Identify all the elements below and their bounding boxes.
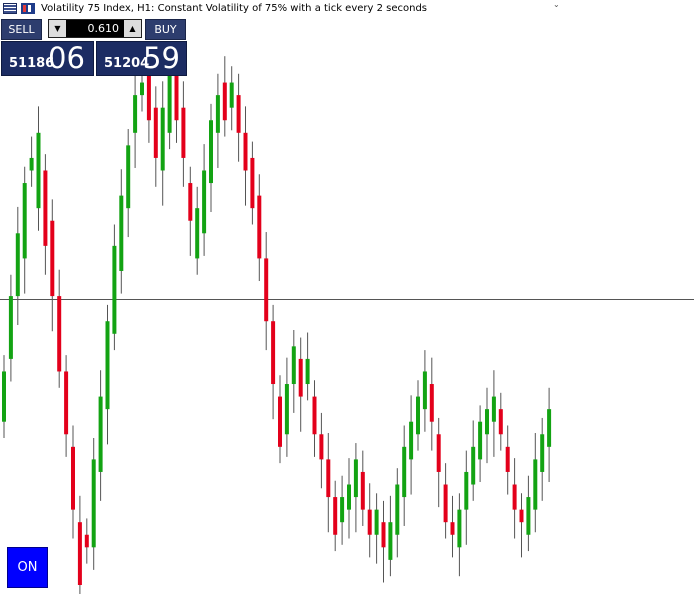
bearish-candle xyxy=(250,157,255,209)
bullish-candle xyxy=(202,170,207,234)
bearish-candle xyxy=(512,484,517,510)
buy-price-box[interactable]: 51204 59 xyxy=(96,41,187,76)
lot-size-stepper: ▼ ▲ xyxy=(48,19,142,38)
bullish-candle xyxy=(485,409,489,435)
bearish-candle xyxy=(71,446,75,510)
bullish-candle xyxy=(353,459,358,498)
bullish-candle xyxy=(374,509,379,535)
bullish-candle xyxy=(478,421,483,460)
bullish-candle xyxy=(126,145,131,209)
bullish-candle xyxy=(347,484,351,510)
bearish-candle xyxy=(505,446,510,472)
bearish-candle xyxy=(153,107,158,158)
bearish-candle xyxy=(43,170,48,246)
triangle-down-icon[interactable]: ▼ xyxy=(49,20,66,37)
chart-title-bar: Volatility 75 Index, H1: Constant Volati… xyxy=(0,0,560,16)
chart-menu-icon[interactable] xyxy=(3,2,17,14)
bullish-candle xyxy=(526,497,531,535)
bullish-candle xyxy=(160,107,165,171)
bullish-candle xyxy=(209,120,213,184)
bearish-candle xyxy=(326,459,331,498)
chart-title: Volatility 75 Index, H1: Constant Volati… xyxy=(41,2,428,14)
lot-size-input[interactable] xyxy=(67,20,121,37)
bearish-candle xyxy=(271,321,276,385)
bearish-candle xyxy=(436,434,441,472)
bullish-candle xyxy=(98,396,103,472)
bearish-candle xyxy=(367,509,372,535)
buy-button[interactable]: BUY xyxy=(145,19,186,40)
bullish-candle xyxy=(229,82,234,108)
bullish-candle xyxy=(416,396,420,435)
bearish-candle xyxy=(77,522,82,585)
bullish-candle xyxy=(133,95,138,133)
bullish-candle xyxy=(2,371,6,422)
bearish-candle xyxy=(243,132,248,171)
price-chart[interactable] xyxy=(0,0,694,594)
bullish-candle xyxy=(422,371,427,410)
bullish-candle xyxy=(15,233,20,297)
metatrader-icon xyxy=(21,2,35,14)
bearish-candle xyxy=(360,471,365,510)
bullish-candle xyxy=(284,384,289,435)
bullish-candle xyxy=(305,358,310,385)
bullish-candle xyxy=(464,471,469,510)
bullish-candle xyxy=(533,459,538,510)
bullish-candle xyxy=(491,396,496,422)
bearish-candle xyxy=(188,183,193,221)
bullish-candle xyxy=(388,522,393,560)
bearish-candle xyxy=(519,509,524,523)
bullish-candle xyxy=(29,157,34,171)
bearish-candle xyxy=(498,409,503,435)
candlestick-series xyxy=(2,48,552,594)
bearish-candle xyxy=(146,70,151,121)
bearish-candle xyxy=(222,82,227,121)
bullish-candle xyxy=(36,132,41,209)
bearish-candle xyxy=(278,396,282,447)
bullish-candle xyxy=(215,95,220,133)
sell-price-pips: 06 xyxy=(48,41,85,75)
buy-price-pips: 59 xyxy=(143,41,180,75)
bullish-candle xyxy=(105,321,110,410)
bullish-candle xyxy=(119,195,124,271)
bullish-candle xyxy=(409,421,414,460)
bullish-candle xyxy=(471,446,476,485)
bearish-candle xyxy=(257,195,262,259)
bearish-candle xyxy=(312,396,317,435)
sell-button[interactable]: SELL xyxy=(1,19,42,40)
bullish-candle xyxy=(291,346,296,385)
bearish-candle xyxy=(264,258,269,322)
bearish-candle xyxy=(181,107,186,158)
bearish-candle xyxy=(64,371,69,435)
bearish-candle xyxy=(50,220,55,297)
bearish-candle xyxy=(429,384,434,422)
chevron-down-icon: ⌄ xyxy=(553,0,560,9)
bullish-candle xyxy=(395,484,400,535)
bearish-candle xyxy=(319,434,324,460)
bullish-candle xyxy=(8,296,13,359)
bearish-candle xyxy=(450,522,455,535)
one-click-trading-panel: SELL ▼ ▲ BUY 51186 06 51204 59 xyxy=(0,18,188,77)
bearish-candle xyxy=(333,497,338,535)
triangle-up-icon[interactable]: ▲ xyxy=(124,20,141,37)
bearish-candle xyxy=(298,358,303,397)
bullish-candle xyxy=(167,70,172,133)
bullish-candle xyxy=(195,208,200,259)
bullish-candle xyxy=(91,459,96,548)
on-toggle-button[interactable]: ON xyxy=(7,547,48,588)
bearish-candle xyxy=(57,296,62,372)
bullish-candle xyxy=(22,183,27,259)
bullish-candle xyxy=(340,497,345,523)
bullish-candle xyxy=(540,434,545,472)
bullish-candle xyxy=(112,245,117,334)
bearish-candle xyxy=(236,95,241,133)
bullish-candle xyxy=(402,446,407,498)
bullish-candle xyxy=(457,509,462,548)
bearish-candle xyxy=(381,522,386,548)
bearish-candle xyxy=(84,534,89,548)
bullish-candle xyxy=(547,409,552,447)
bearish-candle xyxy=(443,484,448,523)
sell-price-box[interactable]: 51186 06 xyxy=(1,41,94,76)
bearish-candle xyxy=(174,70,179,121)
bullish-candle xyxy=(140,82,144,96)
